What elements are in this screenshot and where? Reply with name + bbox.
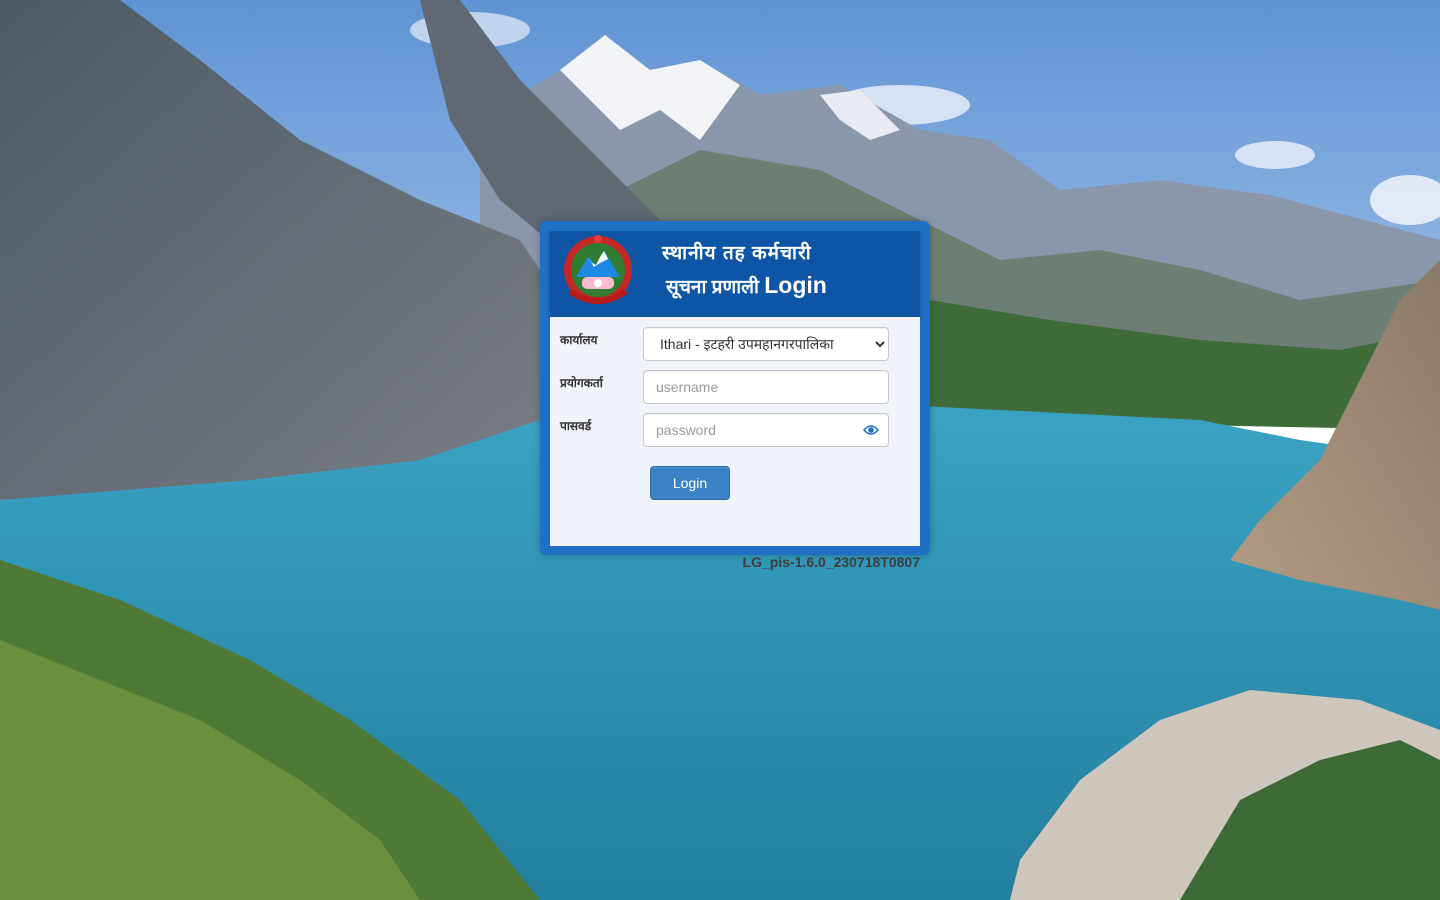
password-row: पासवर्ड [550,413,920,447]
portal-title: स्थानीय तह कर्मचारी सूचना प्रणाली Login [662,241,912,299]
portal-title-login: Login [764,272,827,298]
portal-title-line2: सूचना प्रणाली Login [662,271,912,299]
username-input[interactable] [643,370,889,404]
username-row: प्रयोगकर्ता [550,370,920,404]
login-form: कार्यालय Ithari - इटहरी उपमहानगरपालिका प… [550,317,920,546]
office-label: कार्यालय [560,333,598,347]
login-header: स्थानीय तह कर्मचारी सूचना प्रणाली Login [550,231,920,317]
password-label: पासवर्ड [560,419,592,433]
eye-icon[interactable] [863,423,879,437]
office-row: कार्यालय Ithari - इटहरी उपमहानगरपालिका [550,327,920,361]
portal-title-system: सूचना प्रणाली [666,277,759,298]
nepal-government-emblem-icon [564,235,632,304]
portal-title-line1: स्थानीय तह कर्मचारी [662,243,812,264]
office-select[interactable]: Ithari - इटहरी उपमहानगरपालिका [643,327,889,361]
login-panel: स्थानीय तह कर्मचारी सूचना प्रणाली Login … [540,221,930,555]
version-label: LG_pis-1.6.0_230718T0807 [742,554,920,570]
password-input[interactable] [643,413,889,447]
username-label: प्रयोगकर्ता [560,376,603,390]
login-button[interactable]: Login [650,466,730,500]
